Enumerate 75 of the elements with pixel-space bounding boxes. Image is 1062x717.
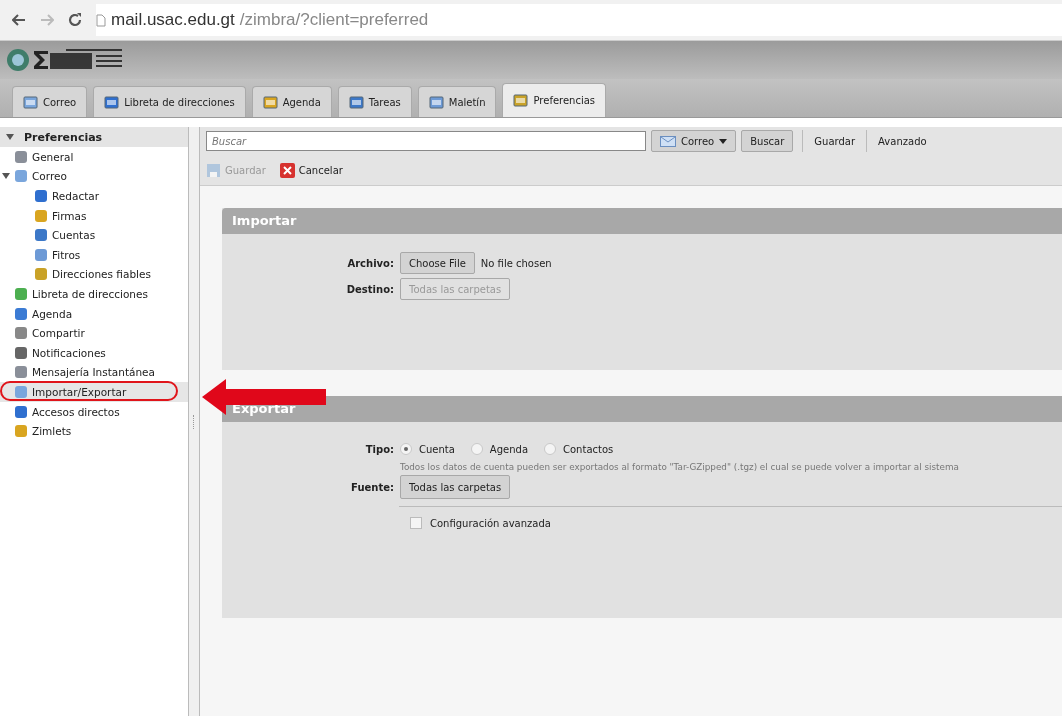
- tree-item[interactable]: Agenda: [0, 303, 188, 324]
- envelope-icon: [660, 135, 676, 147]
- item-icon: [34, 189, 48, 203]
- tree-item[interactable]: Zimlets: [0, 421, 188, 441]
- item-icon: [14, 286, 28, 301]
- field-label: Tipo:: [364, 443, 394, 455]
- tree-item[interactable]: Firmas: [0, 205, 188, 226]
- item-icon: [14, 306, 28, 321]
- section-header: Exportar: [222, 396, 1062, 422]
- tab-icon: [104, 95, 120, 109]
- tree-item[interactable]: Direcciones fiables: [0, 264, 188, 285]
- item-icon: [14, 326, 28, 341]
- field-label: Fuente:: [350, 481, 394, 493]
- tree-item[interactable]: Compartir: [0, 323, 188, 343]
- item-icon: [34, 267, 48, 282]
- tree-item[interactable]: Cuentas: [0, 225, 188, 245]
- type-radio[interactable]: Cuenta: [400, 443, 455, 455]
- address-bar[interactable]: mail.usac.edu.gt /zimbra/?client=preferred: [96, 4, 1062, 36]
- file-status: No file chosen: [480, 257, 552, 269]
- tab-icon: [428, 95, 444, 109]
- item-icon: [14, 365, 28, 380]
- choose-file-button[interactable]: Choose File: [400, 252, 475, 274]
- triangle-down-icon[interactable]: [6, 133, 14, 141]
- sidebar-header[interactable]: Preferencias: [0, 127, 188, 147]
- caret-icon: [719, 138, 728, 144]
- radio-icon[interactable]: [544, 443, 556, 455]
- type-radio[interactable]: Agenda: [470, 443, 528, 455]
- search-scope-dropdown[interactable]: Correo: [651, 130, 737, 152]
- tree-item[interactable]: Correo: [0, 166, 188, 187]
- tab-icon: [23, 95, 38, 109]
- app-tab[interactable]: Correo: [12, 86, 88, 117]
- tab-icon: [262, 95, 278, 109]
- cancel-button[interactable]: Cancelar: [277, 162, 345, 178]
- item-icon: [14, 169, 28, 184]
- tree-item[interactable]: Fitros: [0, 244, 188, 265]
- item-icon: [14, 345, 28, 360]
- type-radio[interactable]: Contactos: [544, 443, 614, 455]
- reload-icon[interactable]: [68, 13, 82, 27]
- app-tab[interactable]: Preferencias: [502, 83, 607, 117]
- tab-icon: [348, 95, 364, 109]
- tree-item[interactable]: Mensajería Instantánea: [0, 362, 188, 383]
- tree-item[interactable]: Notificaciones: [0, 342, 188, 363]
- item-icon: [34, 228, 48, 243]
- item-icon: [14, 404, 28, 419]
- source-dropdown[interactable]: Todas las carpetas: [400, 475, 511, 499]
- item-icon: [34, 247, 48, 262]
- tree-item[interactable]: Redactar: [0, 186, 188, 206]
- advanced-settings-checkbox[interactable]: Configuración avanzada: [410, 517, 551, 529]
- app-tab[interactable]: Agenda: [251, 86, 332, 117]
- back-icon[interactable]: [12, 14, 26, 26]
- page-icon: [96, 13, 106, 27]
- app-tab[interactable]: Maletín: [417, 86, 497, 117]
- section-header: Importar: [222, 208, 1062, 234]
- tree-item[interactable]: General: [0, 147, 188, 167]
- save-search-button[interactable]: Guardar: [812, 135, 858, 147]
- item-icon: [14, 424, 28, 439]
- app-tab[interactable]: Libreta de direcciones: [93, 86, 246, 117]
- radio-icon[interactable]: [470, 443, 483, 455]
- app-tab[interactable]: Tareas: [337, 86, 412, 117]
- radio-icon[interactable]: [400, 443, 412, 455]
- triangle-down-icon[interactable]: [2, 172, 10, 181]
- floppy-icon: [206, 162, 221, 178]
- export-description: Todos los datos de cuenta pueden ser exportados al formato "Tar-GZipped" (.tgz) el cual se puede volver a importar al sistema: [400, 462, 960, 472]
- tab-icon: [513, 94, 529, 107]
- item-icon: [14, 384, 28, 399]
- field-label: Destino:: [345, 283, 394, 295]
- tree-item[interactable]: Libreta de direcciones: [0, 284, 188, 304]
- field-label: Archivo:: [346, 257, 394, 269]
- close-icon: [279, 162, 295, 178]
- tree-item[interactable]: Accesos directos: [0, 401, 188, 422]
- search-button[interactable]: Buscar: [741, 130, 794, 152]
- advanced-search-button[interactable]: Avanzado: [876, 135, 929, 147]
- search-field[interactable]: Buscar: [206, 131, 646, 151]
- item-icon: [14, 149, 28, 164]
- item-icon: [34, 208, 48, 223]
